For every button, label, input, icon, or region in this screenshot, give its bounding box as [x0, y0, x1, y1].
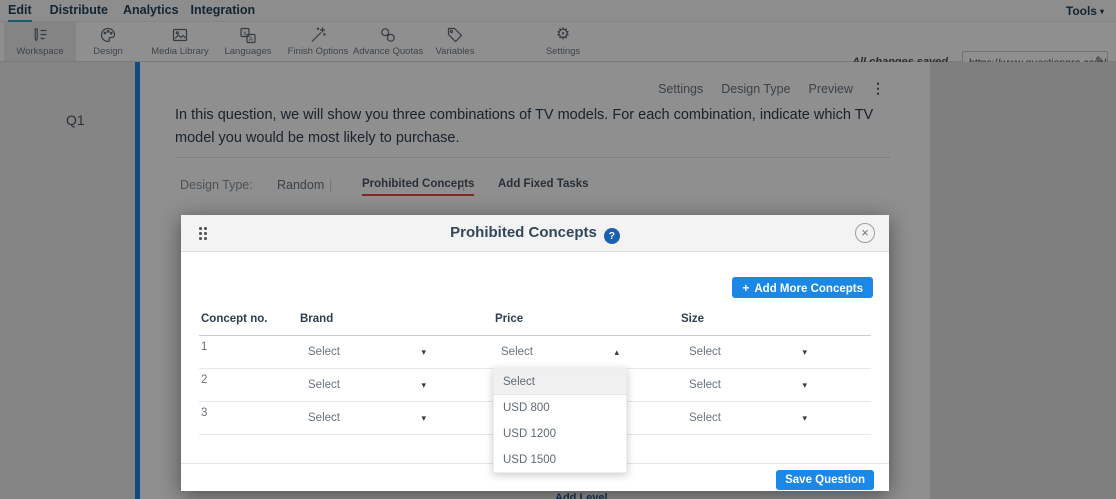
- chevron-down-icon: ▾: [421, 369, 426, 402]
- size-select-row1[interactable]: Select▾: [681, 336, 813, 369]
- table-row: 1 Select▾ Select▴ Select▾: [199, 336, 871, 369]
- chevron-up-icon: ▴: [614, 336, 619, 369]
- table-header-row: Concept no. Brand Price Size: [199, 313, 871, 336]
- dropdown-option-usd-800[interactable]: USD 800: [494, 395, 626, 421]
- col-header-brand: Brand: [300, 313, 333, 325]
- modal-title: Prohibited Concepts?: [181, 215, 889, 251]
- chevron-down-icon: ▾: [421, 402, 426, 435]
- concept-number: 1: [201, 341, 207, 353]
- help-icon[interactable]: ?: [604, 228, 620, 244]
- col-header-price: Price: [495, 313, 523, 325]
- price-select-row1[interactable]: Select▴: [493, 336, 625, 369]
- brand-select-row3[interactable]: Select▾: [300, 402, 432, 435]
- plus-icon: +: [742, 281, 749, 295]
- prohibited-concepts-modal: Prohibited Concepts? × +Add More Concept…: [181, 215, 889, 491]
- chevron-down-icon: ▾: [802, 369, 807, 402]
- dropdown-option-usd-1500[interactable]: USD 1500: [494, 447, 626, 473]
- chevron-down-icon: ▾: [802, 402, 807, 435]
- col-header-size: Size: [681, 313, 704, 325]
- dropdown-option-usd-1200[interactable]: USD 1200: [494, 421, 626, 447]
- brand-select-row2[interactable]: Select▾: [300, 369, 432, 402]
- concept-number: 3: [201, 407, 207, 419]
- chevron-down-icon: ▾: [421, 336, 426, 369]
- col-header-concept-no: Concept no.: [201, 313, 267, 325]
- price-dropdown-menu: Select USD 800 USD 1200 USD 1500: [493, 368, 627, 473]
- size-select-row2[interactable]: Select▾: [681, 369, 813, 402]
- size-select-row3[interactable]: Select▾: [681, 402, 813, 435]
- dropdown-option-select[interactable]: Select: [494, 369, 626, 395]
- save-question-button[interactable]: Save Question: [776, 470, 874, 490]
- add-more-concepts-button[interactable]: +Add More Concepts: [732, 277, 873, 298]
- concept-number: 2: [201, 374, 207, 386]
- close-icon[interactable]: ×: [855, 223, 875, 243]
- modal-header: Prohibited Concepts? ×: [181, 215, 889, 252]
- drag-handle-icon[interactable]: [199, 227, 208, 241]
- chevron-down-icon: ▾: [802, 336, 807, 369]
- brand-select-row1[interactable]: Select▾: [300, 336, 432, 369]
